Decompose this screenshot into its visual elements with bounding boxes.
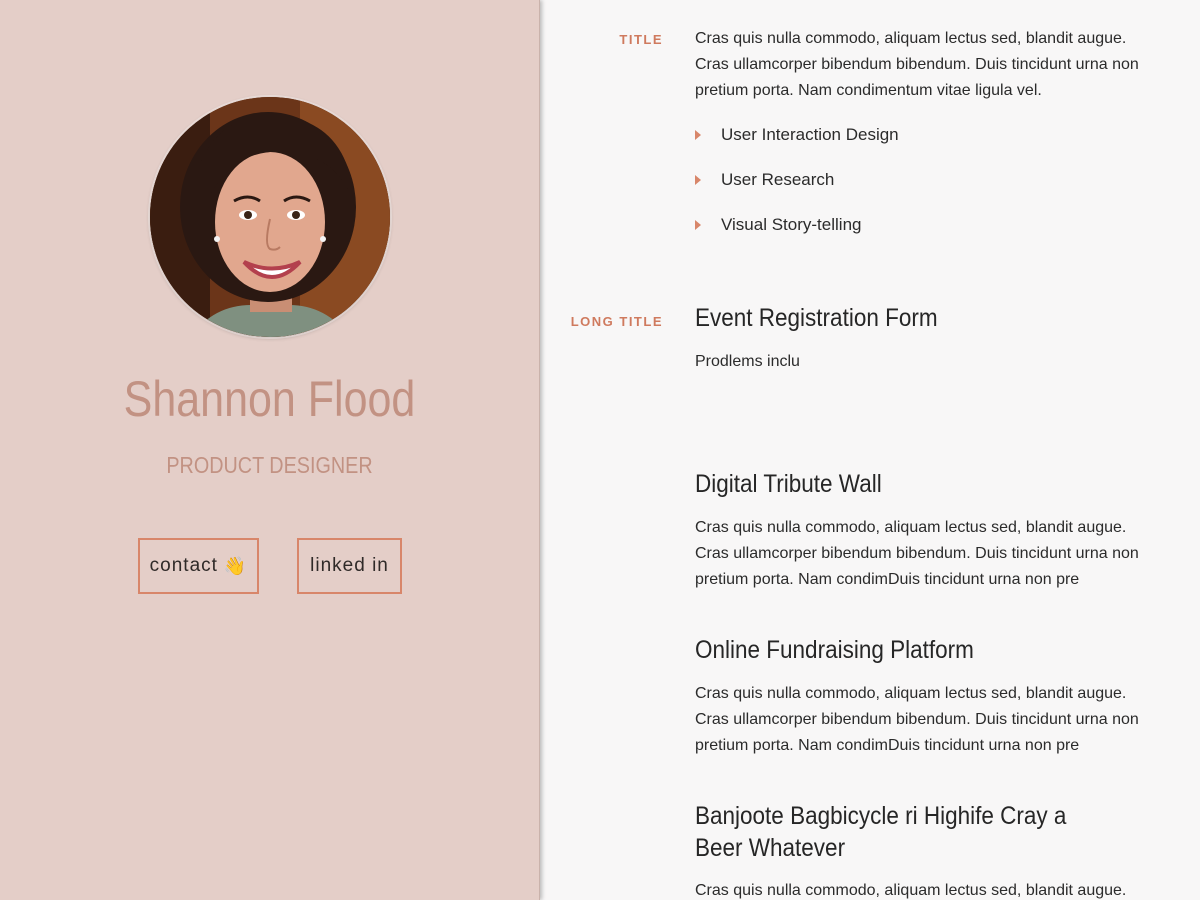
skill-item: User Research — [695, 170, 899, 215]
resume-content: TITLE Cras quis nulla commodo, aliquam l… — [541, 0, 1200, 900]
portrait-illustration — [150, 97, 390, 337]
title-description: Cras quis nulla commodo, aliquam lectus … — [695, 30, 1139, 99]
section-label-title: TITLE — [619, 32, 663, 47]
project-description: Cras quis nulla commodo, aliquam lectus … — [695, 685, 1139, 754]
project-heading: Digital Tribute Wall — [695, 470, 882, 498]
bullet-triangle-icon — [695, 130, 701, 140]
linkedin-button[interactable]: linked in — [297, 538, 402, 594]
project-heading: Banjoote Bagbicycle ri Highife Cray a Be… — [695, 802, 1067, 862]
skill-label: Visual Story-telling — [721, 215, 862, 234]
profile-panel: Shannon Flood PRODUCT DESIGNER contact 👋… — [0, 0, 540, 900]
project-description: Cras quis nulla commodo, aliquam lectus … — [695, 519, 1139, 588]
linkedin-button-label: linked in — [310, 555, 389, 576]
bullet-triangle-icon — [695, 175, 701, 185]
contact-button-label: contact — [149, 555, 218, 576]
project-heading: Online Fundraising Platform — [695, 636, 974, 664]
skills-list: User Interaction Design User Research Vi… — [695, 125, 899, 260]
waving-hand-icon: 👋 — [223, 555, 248, 576]
skill-item: Visual Story-telling — [695, 215, 899, 260]
bullet-triangle-icon — [695, 220, 701, 230]
project-description: Cras quis nulla commodo, aliquam lectus … — [695, 882, 1127, 899]
contact-button[interactable]: contact 👋 — [138, 538, 259, 594]
skill-label: User Interaction Design — [721, 125, 899, 144]
profile-name: Shannon Flood — [123, 371, 416, 427]
skill-label: User Research — [721, 170, 835, 189]
profile-role: PRODUCT DESIGNER — [166, 452, 373, 478]
profile-avatar — [150, 97, 390, 337]
project-description: Prodlems inclu — [695, 353, 800, 370]
project-heading: Event Registration Form — [695, 304, 938, 332]
skill-item: User Interaction Design — [695, 125, 899, 170]
section-label-long-title: LONG TITLE — [570, 314, 663, 329]
